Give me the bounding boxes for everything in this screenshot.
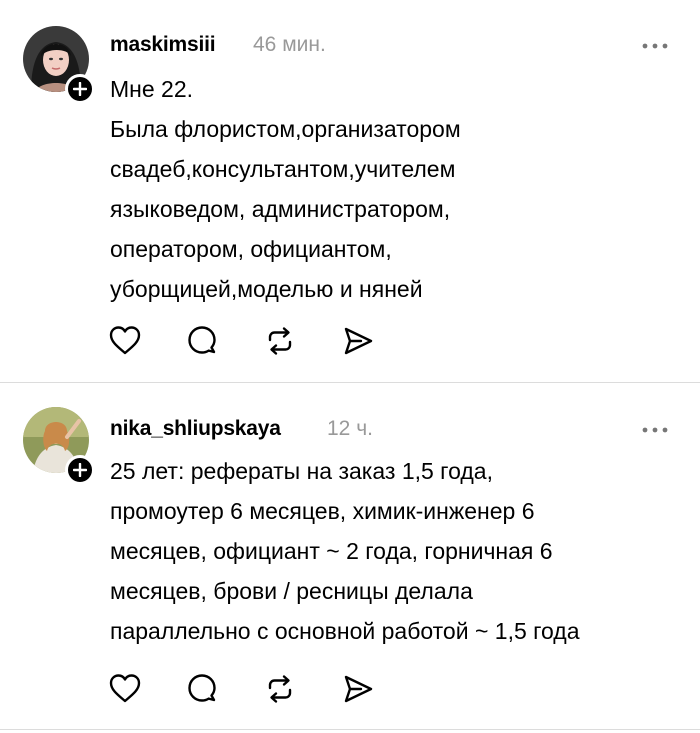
post-text: Мне 22. Была флористом,организатором сва…: [110, 69, 685, 309]
post-text-line: параллельно с основной работой ~ 1,5 год…: [110, 618, 580, 644]
username[interactable]: maskimsiii: [110, 33, 216, 57]
more-button[interactable]: [641, 422, 669, 433]
post-text-line: Была флористом,организатором: [110, 116, 461, 142]
post-text-line: языковедом, администратором,: [110, 196, 451, 222]
timestamp: 46 мин.: [253, 33, 326, 56]
action-bar: [108, 672, 378, 706]
post-text-line: свадеб,консультантом,учителем: [110, 156, 456, 182]
post-text-line: оператором, официантом,: [110, 236, 392, 262]
post-text-line: месяцев, официант ~ 2 года, горничная 6: [110, 538, 553, 564]
post-text-line: месяцев, брови / ресницы делала: [110, 578, 473, 604]
post-text-line: 25 лет: рефераты на заказ 1,5 года,: [110, 458, 493, 484]
comment-bubble-icon: [188, 326, 216, 354]
post-text: 25 лет: рефераты на заказ 1,5 года, пром…: [110, 451, 685, 651]
share-button[interactable]: [341, 672, 375, 706]
repost-arrows-icon: [268, 675, 292, 703]
more-dots-icon: [642, 43, 668, 49]
timestamp: 12 ч.: [327, 417, 373, 440]
repost-button[interactable]: [263, 672, 297, 706]
repost-button[interactable]: [263, 324, 297, 358]
like-button[interactable]: [108, 672, 142, 706]
post-text-line: Мне 22.: [110, 76, 194, 102]
heart-icon: [109, 326, 141, 355]
plus-icon: [73, 82, 87, 96]
follow-button[interactable]: [65, 74, 95, 104]
avatar-container: [23, 26, 95, 104]
send-icon: [344, 327, 373, 355]
thread-post: maskimsiii 46 мин. Мне 22. Была флористо…: [0, 0, 700, 382]
comment-bubble-icon: [188, 674, 216, 702]
follow-button[interactable]: [65, 455, 95, 485]
action-bar: [108, 324, 378, 358]
share-button[interactable]: [341, 324, 375, 358]
username[interactable]: nika_shliupskaya: [110, 417, 281, 441]
more-dots-icon: [642, 427, 668, 433]
heart-icon: [109, 674, 141, 703]
thread-post: nika_shliupskaya 12 ч. 25 лет: рефераты …: [0, 383, 700, 729]
plus-icon: [73, 463, 87, 477]
more-button[interactable]: [641, 38, 669, 49]
reply-button[interactable]: [185, 672, 219, 706]
repost-arrows-icon: [268, 327, 292, 355]
post-divider: [0, 729, 700, 730]
post-text-line: промоутер 6 месяцев, химик-инженер 6: [110, 498, 535, 524]
reply-button[interactable]: [185, 324, 219, 358]
avatar-container: [23, 407, 95, 485]
post-text-line: уборщицей,моделью и няней: [110, 276, 423, 302]
send-icon: [344, 675, 373, 703]
like-button[interactable]: [108, 324, 142, 358]
